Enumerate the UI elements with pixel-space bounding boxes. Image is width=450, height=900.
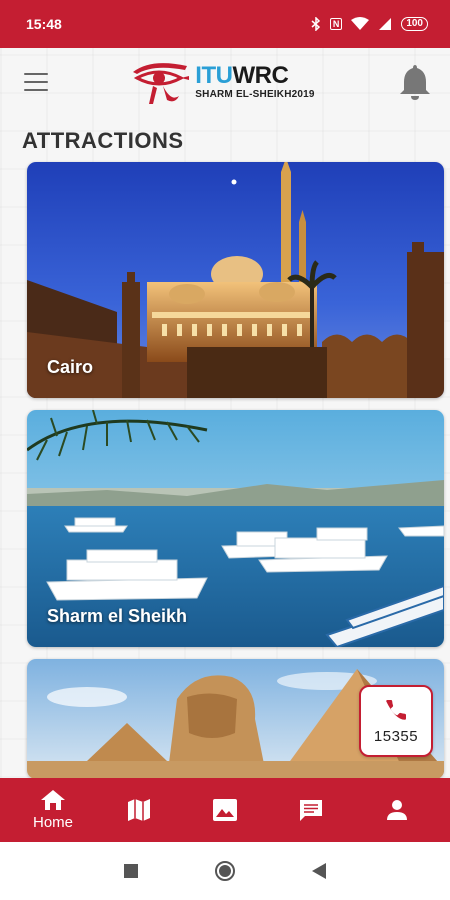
section-title: ATTRACTIONS (22, 128, 184, 153)
attraction-label-cairo: Cairo (47, 357, 94, 377)
attraction-card-cairo[interactable]: Cairo (27, 162, 444, 398)
battery-indicator: 100 (401, 17, 428, 31)
attraction-card-sharm-el-sheikh[interactable]: Sharm el Sheikh (27, 410, 444, 647)
bottom-navigation: Home (0, 778, 450, 842)
logo-wrc-text: WRC (232, 62, 289, 89)
emergency-call-button[interactable]: 15355 (359, 685, 433, 757)
signal-icon (379, 18, 392, 30)
nfc-icon: N (329, 18, 343, 30)
app-logo: ITUWRC SHARM EL-SHEIKH2019 (131, 56, 314, 108)
app-header: ITUWRC SHARM EL-SHEIKH2019 (0, 48, 450, 116)
nav-profile[interactable] (362, 778, 432, 842)
nav-home-label: Home (32, 814, 73, 831)
gallery-icon (213, 799, 237, 821)
back-button[interactable] (312, 863, 326, 879)
nav-home[interactable]: Home (18, 778, 88, 842)
emergency-number: 15355 (373, 727, 419, 745)
bell-icon[interactable] (398, 62, 432, 102)
profile-icon (387, 800, 407, 820)
map-icon (128, 799, 150, 821)
nav-map[interactable] (104, 778, 174, 842)
chat-icon (300, 800, 322, 821)
phone-icon (386, 699, 406, 720)
circle-icon (215, 861, 235, 881)
eye-of-horus-icon (133, 63, 190, 104)
system-navigation-bar (0, 842, 450, 900)
back-triangle-icon (312, 863, 326, 879)
status-bar: 15:48 N 100 (0, 0, 450, 48)
square-icon (124, 864, 138, 878)
attraction-label-sharm: Sharm el Sheikh (47, 606, 188, 626)
nav-chat[interactable] (276, 778, 346, 842)
recents-button[interactable] (124, 864, 138, 878)
menu-icon[interactable] (24, 73, 48, 91)
logo-subtitle: SHARM EL-SHEIKH2019 (195, 89, 315, 100)
home-system-button[interactable] (214, 860, 236, 882)
home-icon (41, 790, 65, 810)
wifi-icon (351, 17, 370, 30)
bluetooth-icon (311, 17, 320, 31)
status-time: 15:48 (26, 16, 62, 32)
nav-gallery[interactable] (190, 778, 260, 842)
logo-itu-text: ITU (195, 62, 233, 89)
status-icons: N 100 (311, 17, 428, 31)
